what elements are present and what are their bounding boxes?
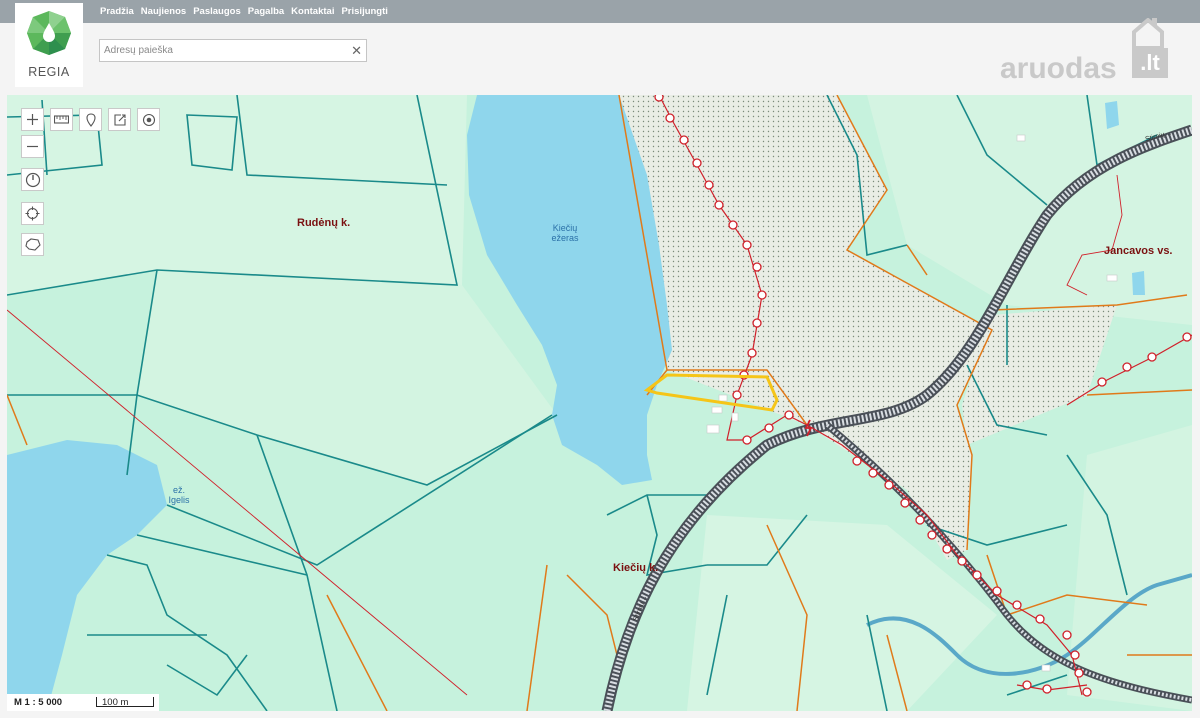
label-kieciu-lake-1: Kiečių xyxy=(552,223,578,233)
marker-button[interactable] xyxy=(79,108,102,131)
label-kieciu-lake-2: ežeras xyxy=(551,233,579,243)
target-icon xyxy=(142,113,155,126)
lasso-button[interactable] xyxy=(21,233,44,256)
target-button[interactable] xyxy=(137,108,160,131)
label-kieciu-lake: Kiečių ežeras xyxy=(545,223,585,243)
pond xyxy=(1105,101,1119,129)
locate-icon xyxy=(25,206,40,221)
label-igelis: ež. Igelis xyxy=(159,485,199,505)
nav-paslaugos[interactable]: Paslaugos xyxy=(193,6,241,17)
scale-ratio: M 1 : 5 000 xyxy=(14,697,63,708)
brand-name: aruodas xyxy=(1000,52,1117,85)
regia-logo[interactable]: REGIA xyxy=(15,3,83,87)
measure-button[interactable] xyxy=(50,108,73,131)
lasso-icon xyxy=(24,237,41,251)
map-svg[interactable] xyxy=(7,95,1192,711)
scale-length: 100 m xyxy=(102,697,129,708)
pond xyxy=(1132,271,1145,295)
nav-naujienos[interactable]: Naujienos xyxy=(141,6,186,17)
zoom-in-button[interactable] xyxy=(21,108,44,131)
search-input[interactable] xyxy=(104,43,344,58)
house-icon xyxy=(1132,18,1164,50)
measure-icon xyxy=(54,115,69,124)
close-icon[interactable]: ✕ xyxy=(351,42,362,59)
label-igelis-1: ež. xyxy=(172,485,185,495)
label-jancavos: Jancavos vs. xyxy=(1104,245,1173,257)
export-icon xyxy=(113,113,126,126)
map-canvas[interactable]: Rudėnų k. Kiečių ežeras Jancavos vs. Kie… xyxy=(7,95,1192,711)
logo-text: REGIA xyxy=(28,65,70,79)
export-button[interactable] xyxy=(108,108,131,131)
nav-kontaktai[interactable]: Kontaktai xyxy=(291,6,334,17)
label-igelis-2: Igelis xyxy=(168,495,190,505)
aruodas-brand[interactable]: aruodas .lt xyxy=(1000,18,1180,85)
nav-pradzia[interactable]: Pradžia xyxy=(100,6,134,17)
compass-button[interactable] xyxy=(21,168,44,191)
nav-pagalba[interactable]: Pagalba xyxy=(248,6,284,17)
main-nav: Pradžia Naujienos Paslaugos Pagalba Kont… xyxy=(100,0,388,23)
address-search[interactable]: ✕ xyxy=(99,39,367,62)
brand-tld: .lt xyxy=(1132,48,1168,78)
zoom-in-icon xyxy=(27,114,38,125)
nav-prisijungti[interactable]: Prisijungti xyxy=(341,6,387,17)
label-rudenu: Rudėnų k. xyxy=(297,217,351,229)
zoom-out-icon xyxy=(27,145,38,148)
regia-logo-icon xyxy=(27,11,71,55)
compass-icon xyxy=(25,172,40,187)
label-kieciu-village: Kiečių k. xyxy=(613,562,659,574)
marker-icon xyxy=(85,112,96,127)
zoom-out-button[interactable] xyxy=(21,135,44,158)
locate-button[interactable] xyxy=(21,202,44,225)
